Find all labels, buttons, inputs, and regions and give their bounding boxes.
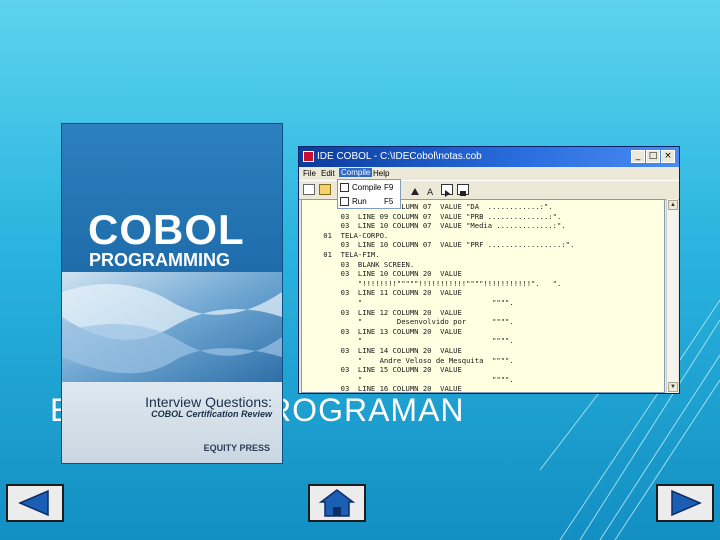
svg-text:A: A (427, 188, 434, 197)
app-icon (303, 151, 314, 162)
debug-icon[interactable]: A (425, 184, 437, 198)
menu-run-item[interactable]: Run F5 (338, 195, 400, 208)
code-line: 01 TELA-FIM. (306, 250, 380, 259)
arrow-left-icon (18, 489, 49, 517)
home-icon (318, 489, 356, 517)
book-publisher: EQUITY PRESS (203, 443, 270, 453)
compile-menu-dropdown: Compile F9 Run F5 (337, 179, 401, 209)
book-cover: COBOL PROGRAMMING Interview Questions: C… (62, 124, 282, 463)
code-line: 03 LINE 11 COLUMN 20 VALUE (306, 288, 462, 298)
run-menu-icon (340, 197, 349, 206)
code-line: " """". (306, 298, 514, 307)
menu-compile-shortcut: F9 (384, 183, 394, 192)
code-line: 03 LINE 12 COLUMN 20 VALUE (306, 307, 462, 317)
code-line: 03 BLANK SCREEN. (306, 259, 415, 269)
code-line: 01 TELA-CORPO. (306, 230, 389, 240)
menu-compile-item[interactable]: Compile F9 (338, 181, 400, 194)
minimize-button[interactable]: _ (631, 150, 645, 163)
home-button[interactable] (308, 484, 366, 522)
arrow-right-icon (671, 489, 702, 517)
previous-slide-button[interactable] (6, 484, 64, 522)
menu-file[interactable]: File (303, 169, 316, 178)
new-file-icon[interactable] (303, 184, 315, 195)
ide-window-title: IDE COBOL - C:\IDECobol\notas.cob (317, 151, 482, 162)
close-button[interactable]: × (661, 150, 675, 163)
ide-titlebar[interactable]: IDE COBOL - C:\IDECobol\notas.cob _ □ × (299, 147, 679, 167)
code-line: " """". (306, 336, 514, 346)
code-line: 03 LINE 09 COLUMN 07 VALUE "PRB ........… (306, 211, 562, 221)
compile-icon (340, 183, 349, 192)
code-line: 03 LINE 16 COLUMN 20 VALUE (306, 384, 462, 393)
menu-edit[interactable]: Edit (321, 169, 335, 178)
code-line: " Andre Veloso de Mesquita """". (306, 355, 514, 365)
menu-compile[interactable]: Compile (339, 168, 373, 177)
step-icon[interactable] (457, 184, 469, 196)
code-line: 03 LINE 10 COLUMN 07 VALUE "PRF ........… (306, 240, 575, 250)
maximize-button[interactable]: □ (646, 150, 660, 163)
ide-window: IDE COBOL - C:\IDECobol\notas.cob _ □ × … (298, 146, 680, 394)
code-line: 03 LINE 15 COLUMN 20 VALUE (306, 365, 462, 375)
book-series-title: Interview Questions: (145, 394, 272, 410)
code-line: 03 LINE 14 COLUMN 20 VALUE (306, 346, 462, 355)
run-icon[interactable] (441, 184, 453, 197)
menu-run-label: Run (352, 197, 367, 206)
next-slide-button[interactable] (656, 484, 714, 522)
menu-help[interactable]: Help (373, 169, 389, 178)
code-editor[interactable]: 03 LINE 09 COLUMN 07 VALUE "DA .........… (301, 199, 665, 393)
vertical-scrollbar[interactable]: ▲ ▼ (666, 199, 678, 393)
code-line: 03 LINE 10 COLUMN 20 VALUE (306, 269, 462, 279)
book-title: COBOL (88, 206, 245, 253)
book-tagline: COBOL Certification Review (151, 409, 272, 419)
book-subtitle: PROGRAMMING (89, 250, 230, 270)
build-icon[interactable] (409, 184, 421, 195)
code-line: " """". (306, 374, 514, 384)
scroll-up-icon[interactable]: ▲ (668, 200, 678, 210)
menu-run-shortcut: F5 (384, 197, 394, 206)
book-wave-graphic (62, 272, 282, 382)
scroll-down-icon[interactable]: ▼ (668, 382, 678, 392)
open-folder-icon[interactable] (319, 184, 331, 195)
code-line: " Desenvolvido por """". (306, 317, 514, 327)
code-line: 03 LINE 13 COLUMN 20 VALUE (306, 326, 462, 336)
menu-compile-label: Compile (352, 183, 382, 192)
code-line: "!!!!!!!!"""""!!!!!!!!!!!""""!!!!!!!!!!!… (306, 278, 562, 288)
code-line: 03 LINE 10 COLUMN 07 VALUE "Media ......… (306, 221, 566, 231)
